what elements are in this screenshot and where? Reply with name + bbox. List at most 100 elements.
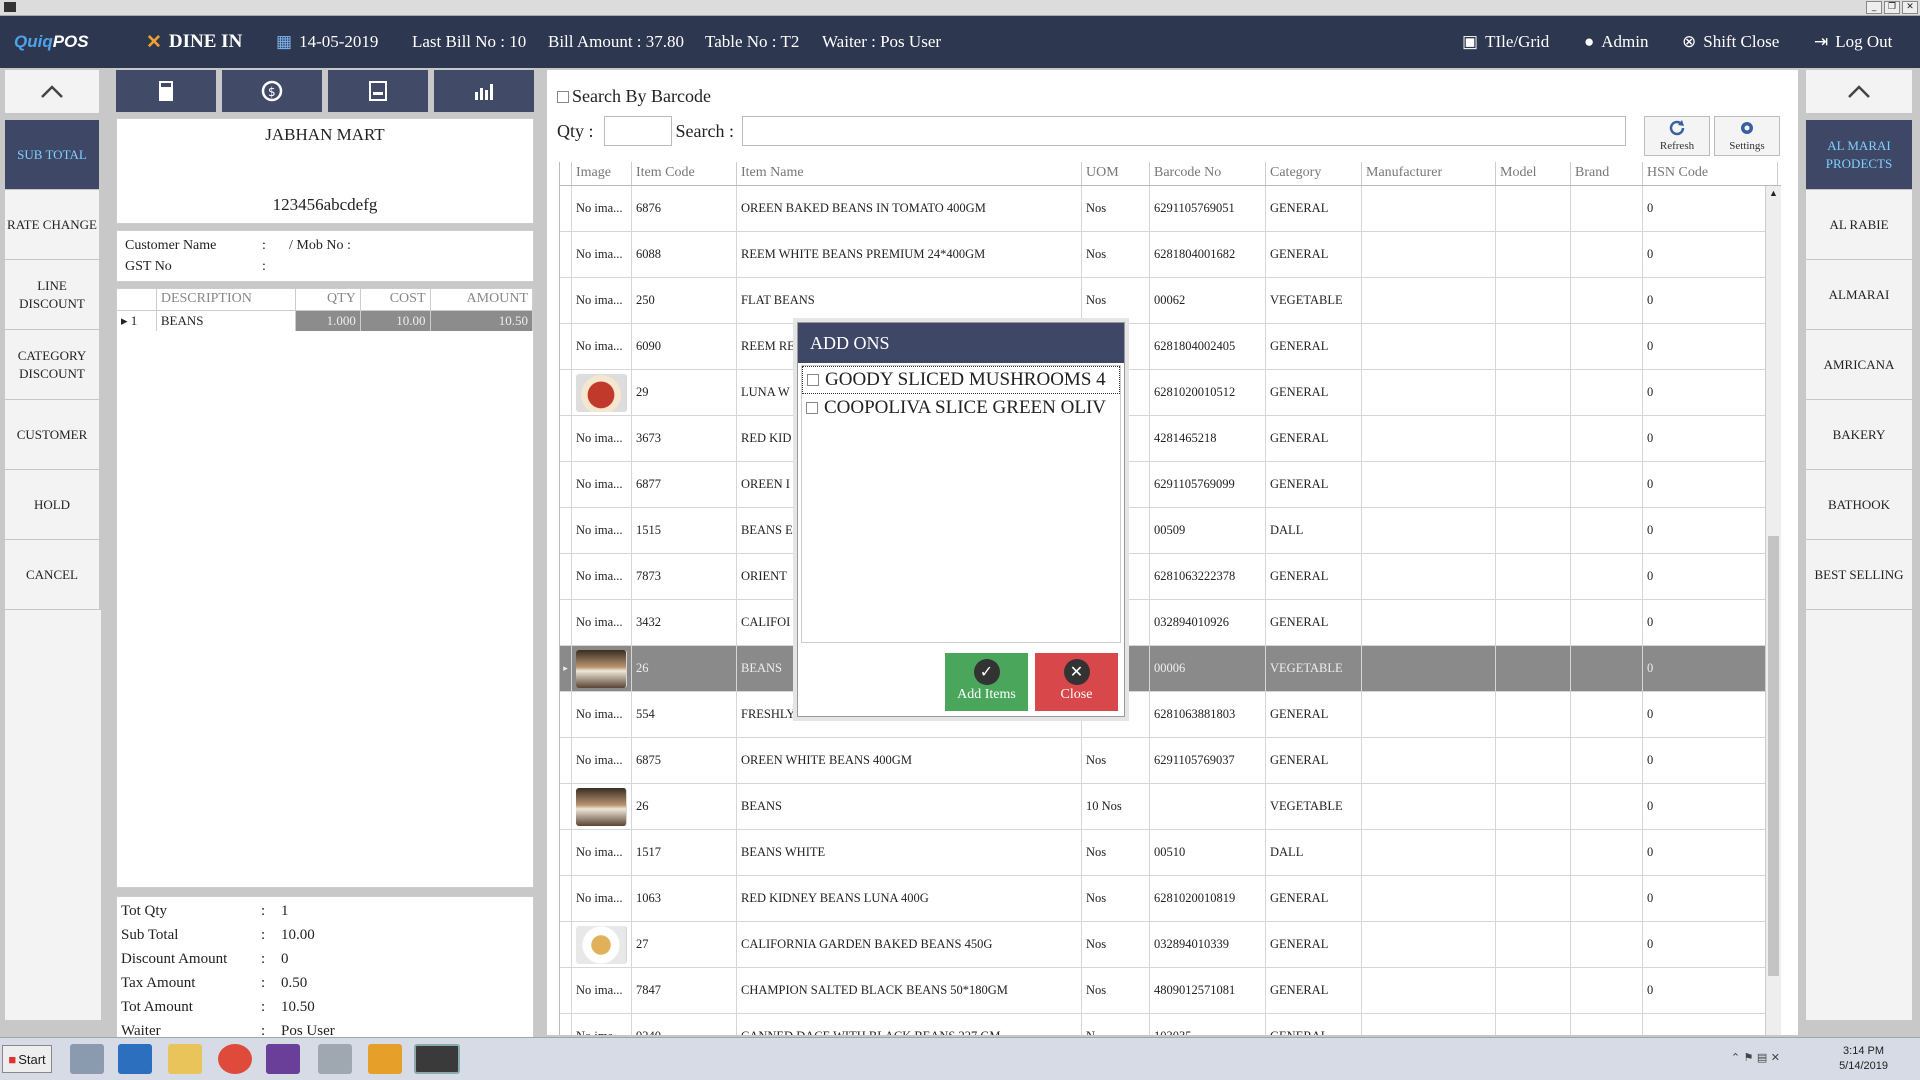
add-on-item[interactable]: COOPOLIVA SLICE GREEN OLIV — [802, 394, 1120, 422]
barcode-toggle[interactable]: Search By Barcode — [557, 86, 711, 107]
tile-grid-button[interactable]: ▣ TIle/Grid — [1462, 16, 1549, 68]
customer-button[interactable]: CUSTOMER — [5, 400, 99, 470]
category-al-rabie[interactable]: AL RABIE — [1806, 190, 1912, 260]
grid-row[interactable]: ▸ 26 BEANS 00006 VEGETABLE 0 — [560, 646, 1781, 692]
item-model — [1496, 600, 1571, 645]
grid-row[interactable]: No ima...554FRESHLY CUT GREEN BEANS 200 … — [560, 692, 1781, 738]
scroll-thumb[interactable] — [1768, 536, 1779, 976]
admin-button[interactable]: ● Admin — [1584, 16, 1649, 68]
category-al-marai-prodects[interactable]: AL MARAI PRODECTS — [1806, 120, 1912, 190]
window-close-button[interactable]: ✕ — [1902, 1, 1918, 14]
column-header[interactable]: Item Name — [737, 162, 1082, 185]
scroll-up-button[interactable] — [5, 70, 99, 114]
category-scroll-up-button[interactable] — [1806, 70, 1912, 114]
cash-button[interactable]: $ — [222, 70, 322, 112]
system-clock[interactable]: 3:14 PM 5/14/2019 — [1839, 1044, 1888, 1074]
item-category: GENERAL — [1266, 416, 1362, 461]
rail-filler — [1806, 610, 1912, 1020]
grid-row[interactable]: No ima... 6875 OREEN WHITE BEANS 400GM Nos 6… — [560, 738, 1781, 784]
category-bakery[interactable]: BAKERY — [1806, 400, 1912, 470]
bill-row[interactable]: ▸ 1 BEANS 1.000 10.00 10.50 — [117, 311, 533, 331]
column-header[interactable]: UOM — [1082, 162, 1150, 185]
grid-row[interactable]: No ima... 6876 OREEN BAKED BEANS IN TOMATO… — [560, 186, 1781, 232]
item-model — [1496, 324, 1571, 369]
grid-scrollbar[interactable]: ▲ — [1765, 186, 1781, 1035]
settings-button[interactable]: Settings — [1714, 116, 1780, 156]
item-manufacturer — [1362, 830, 1496, 875]
powershell-icon[interactable] — [118, 1044, 152, 1074]
start-button[interactable]: ■ Start — [2, 1045, 52, 1073]
qty-input[interactable] — [603, 116, 672, 146]
column-header[interactable]: Manufacturer — [1362, 162, 1496, 185]
category-best-selling[interactable]: BEST SELLING — [1806, 540, 1912, 610]
add-on-checkbox[interactable] — [806, 402, 818, 414]
dine-in-button[interactable]: ✕ DINE IN — [146, 16, 242, 68]
column-header[interactable]: Category — [1266, 162, 1362, 185]
grid-row[interactable]: No ima... 3673 RED KID 4281465218 GENERAL 0 — [560, 416, 1781, 462]
item-model — [1496, 508, 1571, 553]
refresh-button[interactable]: Refresh — [1644, 116, 1710, 156]
scroll-up-arrow-icon[interactable]: ▲ — [1768, 188, 1779, 200]
grid-row[interactable]: No ima... 6088 REEM WHITE BEANS PREMIUM 24… — [560, 232, 1781, 278]
item-brand — [1571, 876, 1643, 921]
column-header: QTY — [296, 289, 361, 310]
cancel-button[interactable]: CANCEL — [5, 540, 99, 610]
pos-app-taskbar-icon[interactable] — [414, 1044, 460, 1074]
file-explorer-icon[interactable] — [168, 1044, 202, 1074]
grid-row[interactable]: 29 LUNA W 6281020010512 GENERAL 0 — [560, 370, 1781, 416]
item-name: CANNED DACE WITH BLACK BEANS 227 GM — [737, 1014, 1082, 1035]
column-header[interactable]: Barcode No — [1150, 162, 1266, 185]
grid-row[interactable]: No ima... 6877 OREEN I 6291105769099 GENERAL… — [560, 462, 1781, 508]
grid-row[interactable]: No ima... 1517 BEANS WHITE Nos 00510 DALL 0 — [560, 830, 1781, 876]
line-discount-button[interactable]: LINE DISCOUNT — [5, 260, 99, 330]
column-header[interactable]: HSN Code — [1643, 162, 1778, 185]
tray-icons[interactable]: ⌃ ⚑ ▤ ✕ — [1731, 1051, 1780, 1064]
category-bathook[interactable]: BATHOOK — [1806, 470, 1912, 540]
item-manufacturer — [1362, 876, 1496, 921]
grid-row[interactable]: No ima... 9240CANNED DACE WITH BLACK BEAN… — [560, 1014, 1781, 1035]
column-header[interactable]: Image — [572, 162, 632, 185]
category-amricana[interactable]: AMRICANA — [1806, 330, 1912, 400]
shift-close-button[interactable]: ⊗ Shift Close — [1682, 16, 1779, 68]
column-header[interactable]: Item Code — [632, 162, 737, 185]
log-out-button[interactable]: ⇥ Log Out — [1814, 16, 1892, 68]
close-dialog-button[interactable]: ✕ Close — [1035, 653, 1118, 711]
add-on-checkbox[interactable] — [807, 374, 819, 386]
chrome-icon[interactable] — [218, 1044, 252, 1074]
item-model — [1496, 646, 1571, 691]
visual-studio-icon[interactable] — [266, 1044, 300, 1074]
grid-row[interactable]: 27 CALIFORNIA GARDEN BAKED BEANS 450G Nos 0… — [560, 922, 1781, 968]
add-on-item[interactable]: GOODY SLICED MUSHROOMS 4 — [802, 366, 1120, 394]
grid-row[interactable]: No ima... 1515 BEANS E 00509 DALL 0 — [560, 508, 1781, 554]
barcode-checkbox[interactable] — [557, 90, 569, 103]
tools-icon[interactable] — [318, 1044, 352, 1074]
grid-row[interactable]: No ima... 3432 CALIFOI 032894010926 GENERAL 0 — [560, 600, 1781, 646]
column-header[interactable]: Model — [1496, 162, 1571, 185]
add-items-button[interactable]: ✓ Add Items — [945, 653, 1028, 711]
grid-row[interactable]: No ima... 6090 REEM RE 6281804002405 GENERAL… — [560, 324, 1781, 370]
item-uom: Nos — [1082, 186, 1150, 231]
item-image: No ima... — [572, 186, 632, 231]
grid-row[interactable]: No ima... 1063 RED KIDNEY BEANS LUNA 400G N… — [560, 876, 1781, 922]
grid-row[interactable]: 26 BEANS 10 Nos VEGETABLE 0 — [560, 784, 1781, 830]
add-ons-list: GOODY SLICED MUSHROOMS 4 COOPOLIVA SLICE… — [801, 365, 1121, 643]
grid-row[interactable]: No ima... 7873 ORIENT 6281063222378 GENERAL 0 — [560, 554, 1781, 600]
server-manager-icon[interactable] — [70, 1044, 104, 1074]
rate-change-button[interactable]: RATE CHANGE — [5, 190, 99, 260]
report-button[interactable] — [434, 70, 534, 112]
office-icon[interactable] — [368, 1044, 402, 1074]
column-header[interactable]: Brand — [1571, 162, 1643, 185]
row-indicator — [560, 968, 572, 1013]
search-input[interactable] — [742, 116, 1626, 146]
print-button[interactable] — [328, 70, 428, 112]
sub-total-button[interactable]: SUB TOTAL — [5, 120, 99, 190]
minimize-button[interactable]: _ — [1866, 1, 1882, 14]
grid-row[interactable]: No ima... 7847 CHAMPION SALTED BLACK BEANS… — [560, 968, 1781, 1014]
calculator-button[interactable] — [116, 70, 216, 112]
grid-row[interactable]: No ima... 250 FLAT BEANS Nos 00062 VEGETABLE 0 — [560, 278, 1781, 324]
restore-button[interactable]: ❐ — [1884, 1, 1900, 14]
system-menu-icon[interactable] — [4, 2, 16, 12]
hold-button[interactable]: HOLD — [5, 470, 99, 540]
category-discount-button[interactable]: CATEGORY DISCOUNT — [5, 330, 99, 400]
category-almarai[interactable]: ALMARAI — [1806, 260, 1912, 330]
